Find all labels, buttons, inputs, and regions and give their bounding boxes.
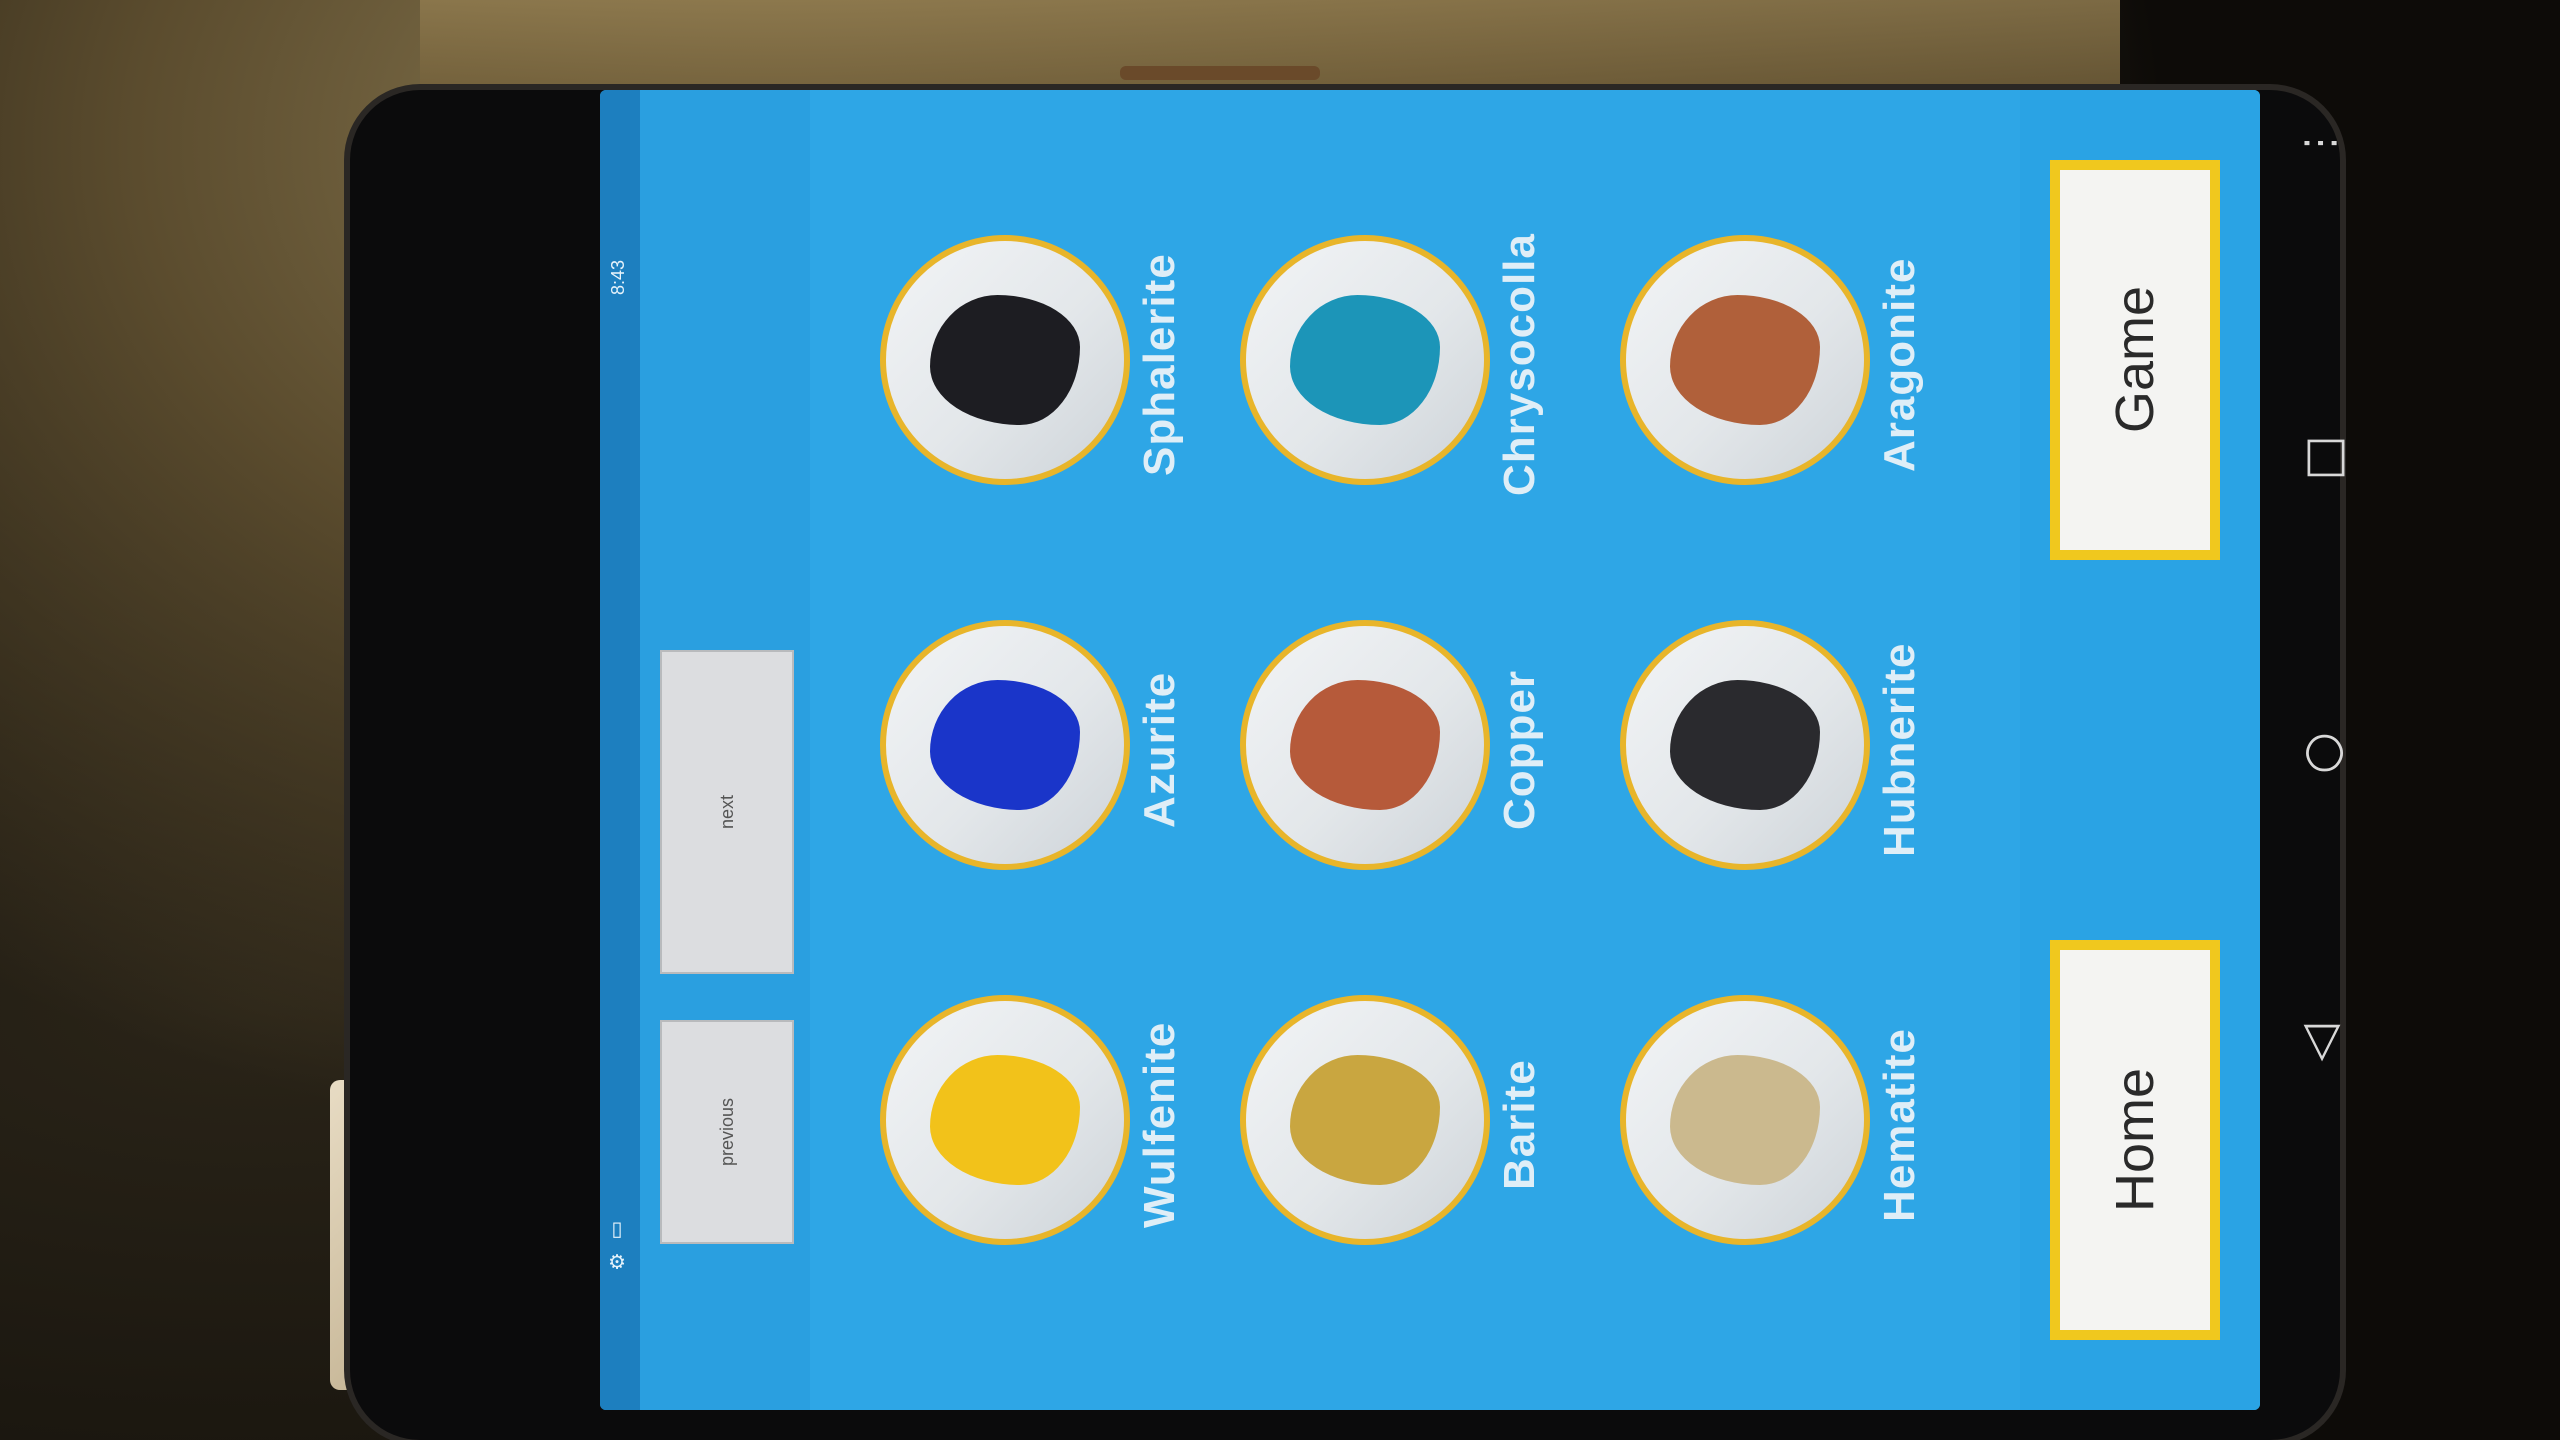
mineral-card-barite[interactable]: Barite (1240, 995, 1600, 1355)
mineral-label: Hematite (1875, 1028, 1924, 1222)
mineral-image (1620, 235, 1870, 485)
mineral-sample (930, 1055, 1080, 1185)
mineral-sample (1290, 1055, 1440, 1185)
home-button-label: Home (2105, 1067, 2165, 1213)
mineral-sample (1290, 295, 1440, 425)
status-bar: 8:43 ⚙ ▯ (600, 90, 640, 1410)
action-bar: Home Game (2020, 90, 2260, 1410)
mineral-card-sphalerite[interactable]: Sphalerite (880, 235, 1240, 595)
home-circle-icon[interactable]: ○ (2293, 732, 2349, 774)
mineral-sample (1290, 680, 1440, 810)
mineral-label: Azurite (1135, 671, 1184, 829)
previous-button[interactable]: previous (660, 1020, 794, 1244)
mineral-grid: Wulfenite Azurite Sphalerite Barite Copp… (820, 150, 2020, 1350)
mineral-sample (1670, 1055, 1820, 1185)
recent-apps-icon[interactable]: □ (2295, 435, 2351, 480)
status-icons: ⚙ ▯ (607, 1220, 629, 1274)
mineral-image (1240, 620, 1490, 870)
back-icon[interactable]: ◁ (2290, 1025, 2346, 1062)
mineral-card-chrysocolla[interactable]: Chrysocolla (1240, 233, 1600, 595)
mineral-sample (1670, 680, 1820, 810)
app-screen: 8:43 ⚙ ▯ previous next Wulfenite Azurite (600, 90, 2260, 1410)
mineral-sample (930, 295, 1080, 425)
mineral-sample (930, 680, 1080, 810)
tablet-power-edge (1120, 66, 1320, 80)
previous-button-label: previous (716, 1097, 737, 1167)
mineral-card-wulfenite[interactable]: Wulfenite (880, 995, 1240, 1355)
mineral-sample (1670, 295, 1820, 425)
mineral-image (1240, 235, 1490, 485)
mineral-card-aragonite[interactable]: Aragonite (1620, 235, 1980, 595)
mineral-label: Hubnerite (1875, 642, 1924, 858)
game-button-label: Game (2105, 286, 2165, 434)
overflow-menu-icon[interactable]: ⋮ (2297, 123, 2343, 163)
mineral-label: Wulfenite (1135, 1021, 1184, 1229)
mineral-label: Copper (1495, 670, 1544, 830)
mineral-image (880, 620, 1130, 870)
mineral-label: Aragonite (1875, 257, 1924, 473)
mineral-card-azurite[interactable]: Azurite (880, 620, 1240, 980)
mineral-image (880, 995, 1130, 1245)
mineral-image (1620, 995, 1870, 1245)
mineral-label: Chrysocolla (1495, 233, 1544, 497)
game-button[interactable]: Game (2050, 160, 2220, 560)
mineral-card-copper[interactable]: Copper (1240, 620, 1600, 980)
next-button[interactable]: next (660, 650, 794, 974)
mineral-card-hubnerite[interactable]: Hubnerite (1620, 620, 1980, 980)
mineral-image (1620, 620, 1870, 870)
mineral-card-hematite[interactable]: Hematite (1620, 995, 1980, 1355)
page-toolbar: previous next (640, 90, 810, 1410)
mineral-label: Sphalerite (1135, 253, 1184, 477)
status-time: 8:43 (608, 260, 628, 296)
home-button[interactable]: Home (2050, 940, 2220, 1340)
mineral-label: Barite (1495, 1059, 1544, 1191)
next-button-label: next (716, 794, 737, 830)
mineral-image (1240, 995, 1490, 1245)
mineral-image (880, 235, 1130, 485)
